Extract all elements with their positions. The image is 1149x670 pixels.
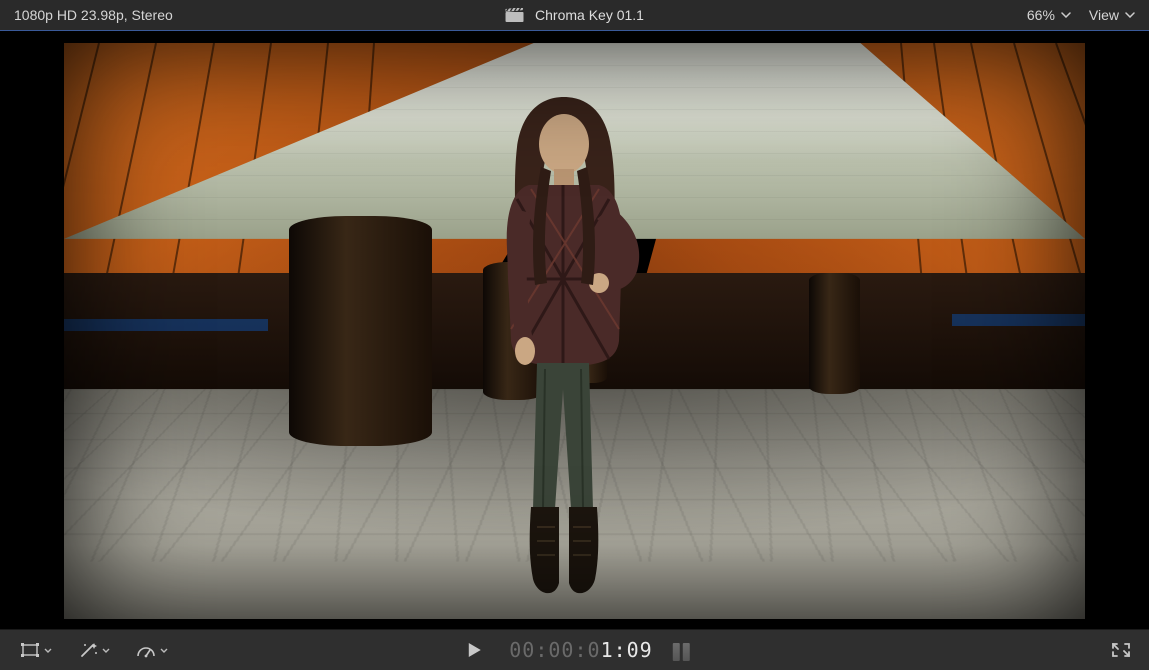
- clip-title: Chroma Key 01.1: [535, 7, 644, 23]
- retime-tool-dropdown[interactable]: [130, 638, 174, 662]
- format-label: 1080p HD 23.98p, Stereo: [0, 7, 173, 23]
- enhance-tool-dropdown[interactable]: [72, 638, 116, 662]
- view-label: View: [1089, 7, 1119, 23]
- audio-meter: [673, 639, 690, 661]
- timecode-leading: 00:00:0: [509, 638, 600, 662]
- chevron-down-icon: [102, 648, 110, 653]
- audio-meter-channel: [683, 643, 690, 661]
- view-dropdown[interactable]: View: [1089, 7, 1135, 23]
- play-button[interactable]: [459, 638, 489, 662]
- chevron-down-icon: [1061, 12, 1071, 18]
- zoom-label: 66%: [1027, 7, 1055, 23]
- zoom-dropdown[interactable]: 66%: [1027, 7, 1071, 23]
- timecode-display[interactable]: 00:00:01:09: [509, 638, 652, 662]
- magic-wand-icon: [78, 642, 98, 658]
- play-icon: [467, 642, 481, 658]
- tunnel-column: [809, 273, 860, 394]
- chevron-down-icon: [1125, 12, 1135, 18]
- wall-accent-stripe: [952, 314, 1085, 326]
- viewer-area[interactable]: [0, 31, 1149, 631]
- clapperboard-icon: [505, 8, 523, 22]
- viewer-canvas: [64, 43, 1085, 619]
- fullscreen-icon: [1111, 642, 1131, 658]
- viewer-topbar: 1080p HD 23.98p, Stereo Chroma Key 01.1 …: [0, 0, 1149, 31]
- wall-accent-stripe: [64, 319, 268, 331]
- fullscreen-button[interactable]: [1107, 638, 1135, 662]
- timecode-current: 1:09: [601, 638, 653, 662]
- speedometer-icon: [136, 642, 156, 658]
- chevron-down-icon: [44, 648, 52, 653]
- audio-meter-channel: [673, 643, 680, 661]
- foreground-subject: [459, 89, 669, 609]
- tunnel-column: [289, 216, 432, 446]
- transform-tool-dropdown[interactable]: [14, 638, 58, 662]
- chevron-down-icon: [160, 648, 168, 653]
- transform-tool-icon: [20, 642, 40, 658]
- viewer-bottombar: 00:00:01:09: [0, 629, 1149, 670]
